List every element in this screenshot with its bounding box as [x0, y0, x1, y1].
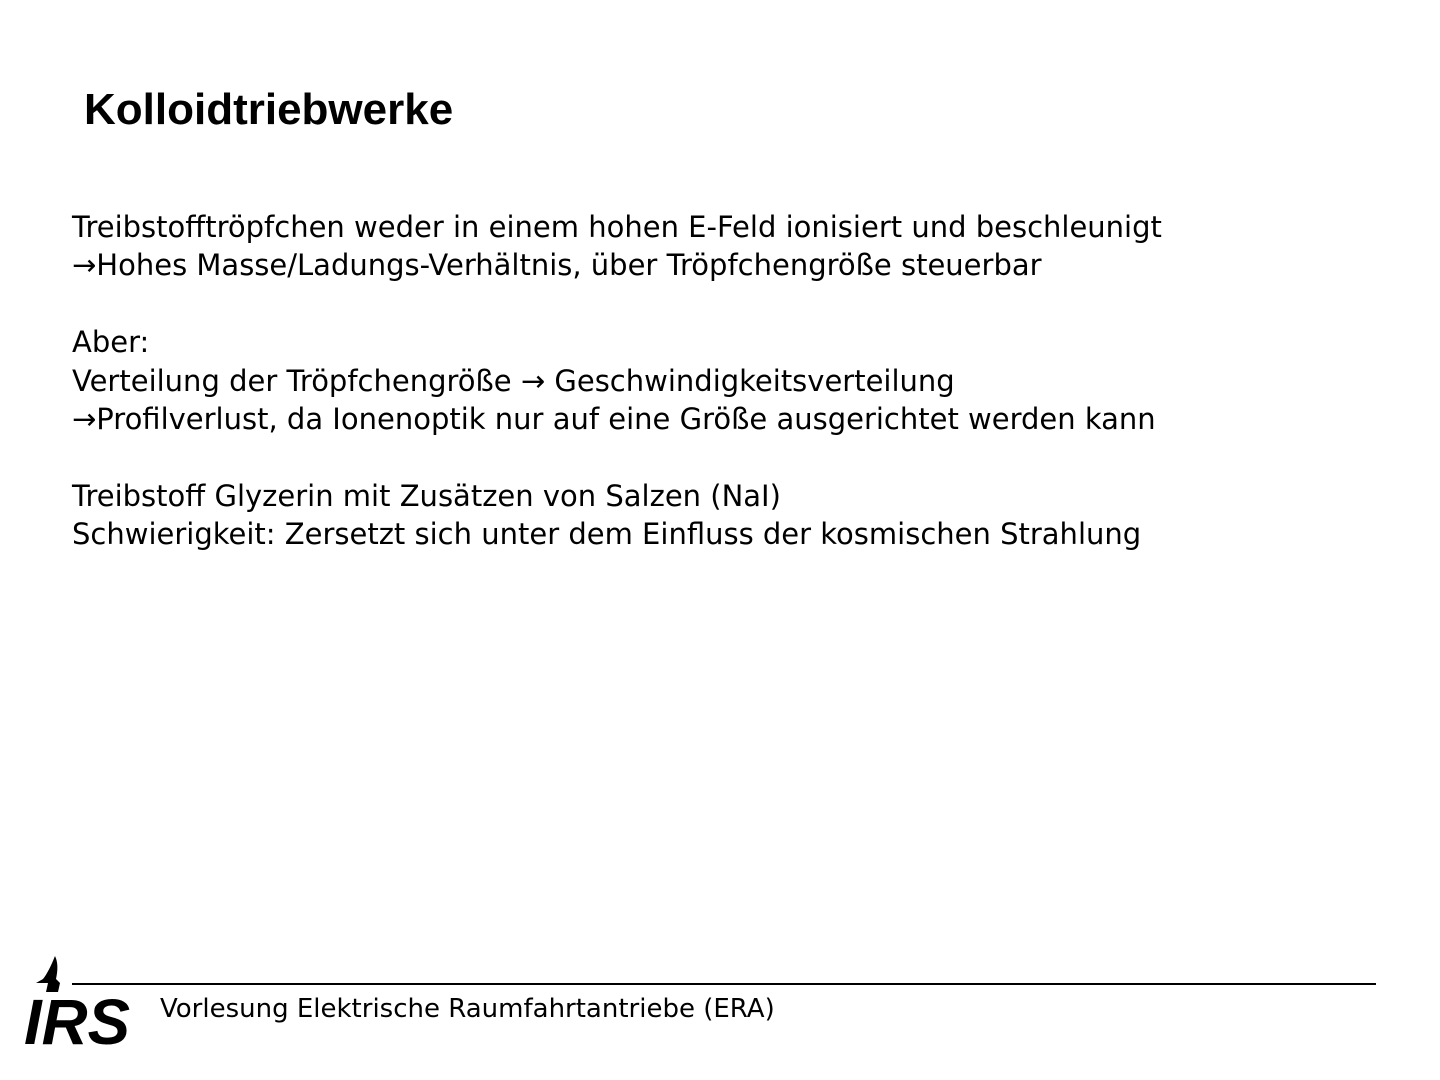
body-line-6: Treibstoff Glyzerin mit Zusätzen von Sal… — [72, 478, 781, 513]
slide-body: Treibstofftröpfchen weder in einem hohen… — [72, 208, 1402, 554]
slide-title: Kolloidtriebwerke — [84, 85, 454, 134]
body-line-3: Aber: — [72, 325, 150, 360]
body-line-5: →Profilverlust, da Ionenoptik nur auf ei… — [72, 401, 1156, 436]
body-line-1: Treibstofftröpfchen weder in einem hohen… — [72, 210, 1162, 244]
body-line-4: Verteilung der Tröpfchengröße → Geschwin… — [72, 363, 955, 398]
body-line-2: →Hohes Masse/Ladungs-Verhältnis, über Tr… — [72, 248, 1042, 283]
footer-lecture-title: Vorlesung Elektrische Raumfahrtantriebe … — [160, 994, 775, 1024]
logo-text: IRS — [24, 986, 130, 1048]
irs-logo: IRS — [24, 956, 130, 1048]
body-line-7: Schwierigkeit: Zersetzt sich unter dem E… — [72, 517, 1142, 552]
footer-divider — [72, 983, 1376, 985]
